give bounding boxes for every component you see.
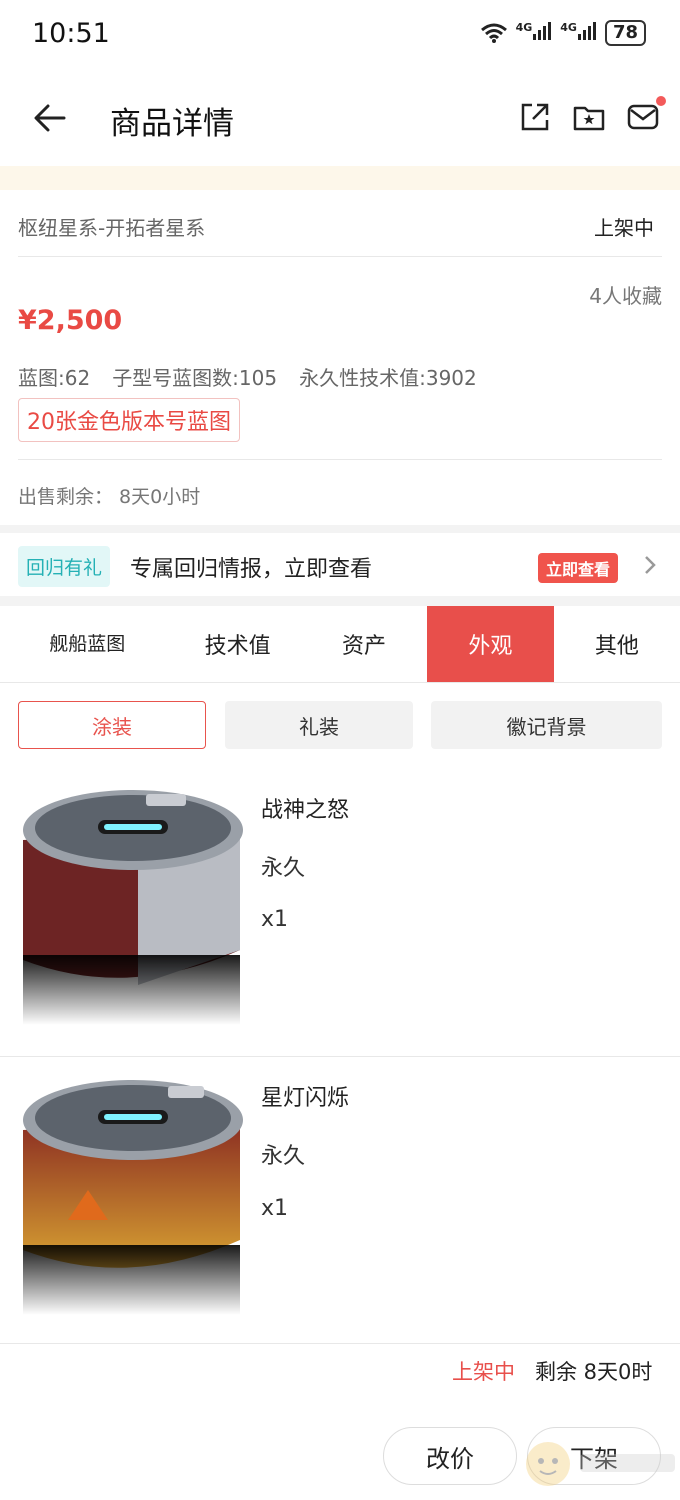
status-time: 10:51 — [32, 18, 110, 49]
divider — [18, 256, 662, 257]
promo-badge: 回归有礼 — [18, 546, 111, 587]
mail-icon[interactable] — [626, 100, 660, 134]
item-name: 星灯闪烁 — [261, 1086, 350, 1111]
bottom-status: 上架中 — [452, 1360, 515, 1384]
sale-remaining: 出售剩余： 8天0小时 — [18, 486, 201, 508]
divider — [0, 1056, 680, 1057]
net-label-1: 4G — [515, 21, 533, 34]
price: ¥2,500 — [18, 305, 123, 336]
tab-assets[interactable]: 资产 — [301, 606, 427, 682]
bottom-remaining: 剩余 8天0时 — [535, 1360, 653, 1384]
page-title: 商品详情 — [110, 106, 234, 142]
signal-4g-icon: 4G — [516, 21, 553, 45]
chevron-right-icon[interactable] — [642, 554, 658, 576]
status-icons: 4G 4G 78 — [480, 20, 646, 46]
folder-star-icon[interactable] — [572, 100, 606, 134]
item-term: 永久 — [261, 856, 306, 881]
divider — [18, 459, 662, 460]
favorites-count: 4人收藏 — [589, 284, 662, 308]
subtab-emblem-background[interactable]: 徽记背景 — [431, 701, 662, 749]
tab-appearance[interactable]: 外观 — [427, 606, 554, 682]
net-label-2: 4G — [560, 21, 577, 34]
wifi-icon — [480, 23, 507, 43]
category-tabs: 舰船蓝图 技术值 资产 外观 其他 — [0, 606, 680, 682]
promo-view-button[interactable]: 立即查看 — [538, 553, 619, 583]
spec-blueprints: 蓝图:62 — [18, 366, 91, 390]
item-quantity: x1 — [261, 1196, 289, 1221]
spec-permanent-tech: 永久性技术值:3902 — [299, 366, 477, 390]
tab-other[interactable]: 其他 — [554, 606, 680, 682]
promo-text[interactable]: 专属回归情报，立即查看 — [130, 551, 372, 583]
divider — [0, 682, 680, 683]
battery-icon: 78 — [604, 20, 646, 46]
spec-submodel-blueprints: 子型号蓝图数:105 — [112, 366, 278, 390]
item-name: 战神之怒 — [261, 798, 350, 823]
section-gap — [0, 596, 680, 606]
signal-4g-icon-2: 4G — [560, 21, 597, 45]
watermark-logo-icon — [526, 1442, 675, 1486]
share-icon[interactable] — [518, 100, 552, 134]
subtab-outfit[interactable]: 礼装 — [225, 701, 413, 749]
notice-strip — [0, 166, 680, 190]
highlight-tag: 20张金色版本号蓝图 — [18, 398, 240, 442]
spec-list: 蓝图:62 子型号蓝图数:105 永久性技术值:3902 — [18, 362, 477, 391]
tab-tech-value[interactable]: 技术值 — [174, 606, 300, 682]
back-arrow-icon[interactable] — [32, 100, 68, 136]
item-quantity: x1 — [261, 907, 289, 932]
notification-dot — [656, 96, 666, 106]
section-gap — [0, 525, 680, 533]
tab-ship-blueprint[interactable]: 舰船蓝图 — [0, 606, 174, 682]
divider — [0, 1343, 680, 1344]
item-term: 永久 — [261, 1144, 306, 1169]
edit-price-button[interactable]: 改价 — [383, 1427, 517, 1485]
subtab-paint[interactable]: 涂装 — [18, 701, 206, 749]
item-image-war-god — [23, 790, 243, 1025]
server-name: 枢纽星系-开拓者星系 — [18, 216, 206, 240]
item-image-star-lamp — [23, 1080, 243, 1315]
listing-status: 上架中 — [594, 216, 654, 240]
